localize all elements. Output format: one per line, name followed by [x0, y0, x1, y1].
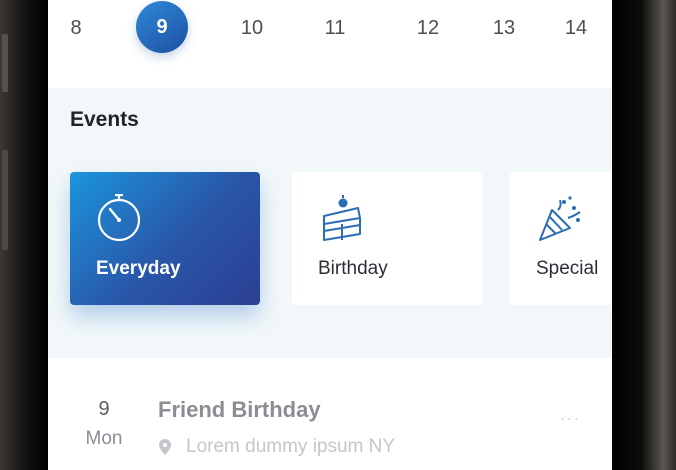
phone-side-button	[2, 150, 8, 250]
date-item[interactable]: 11	[309, 14, 361, 42]
list-item-day: 9	[98, 398, 110, 420]
date-item-selected[interactable]: 9	[136, 1, 188, 53]
events-section: Events Everyday Birthday Special	[48, 88, 612, 358]
event-card-label: Everyday	[96, 258, 181, 279]
cake-icon	[323, 195, 361, 241]
list-item-location: Lorem dummy ipsum NY	[186, 436, 396, 457]
list-item-title: Friend Birthday	[158, 397, 321, 422]
app-screen: 8 9 10 11 12 13 14 Events Everyday Birth…	[48, 0, 612, 470]
event-card-special[interactable]: Special	[510, 172, 612, 305]
phone-side-button	[2, 34, 8, 92]
stopwatch-icon	[97, 194, 141, 242]
date-item[interactable]: 14	[550, 14, 602, 42]
date-item[interactable]: 13	[478, 14, 530, 42]
event-card-label: Birthday	[318, 258, 388, 279]
event-card-birthday[interactable]: Birthday	[292, 172, 482, 305]
location-pin-icon	[159, 439, 171, 455]
date-strip: 8 9 10 11 12 13 14	[48, 0, 612, 88]
event-card-label: Special	[536, 258, 599, 279]
date-item[interactable]: 8	[50, 14, 102, 42]
phone-bezel-right	[612, 0, 676, 470]
event-list: 9 Mon Friend Birthday Lorem dummy ipsum …	[48, 358, 612, 470]
party-popper-icon	[539, 196, 581, 241]
date-item[interactable]: 12	[402, 14, 454, 42]
events-title: Events	[70, 108, 139, 131]
event-card-everyday[interactable]: Everyday	[70, 172, 260, 305]
date-item[interactable]: 10	[226, 14, 278, 42]
list-item-weekday: Mon	[85, 428, 123, 449]
more-options-icon[interactable]: ...	[560, 404, 581, 425]
